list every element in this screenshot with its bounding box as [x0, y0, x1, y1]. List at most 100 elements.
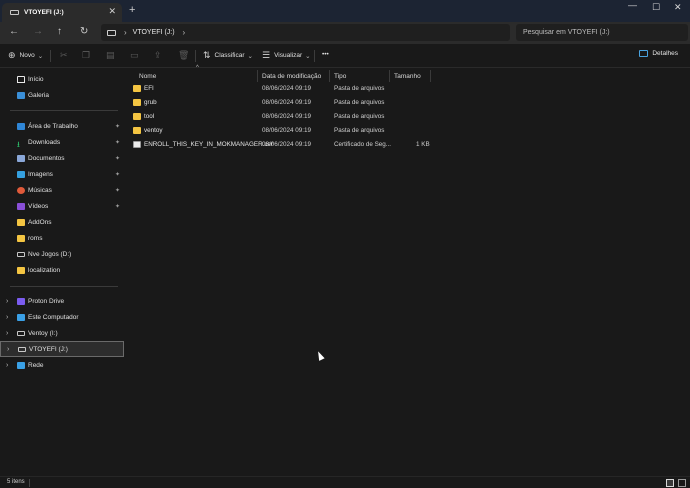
file-type: Pasta de arquivos	[334, 99, 385, 106]
scissors-icon: ✂	[60, 50, 68, 60]
address-bar[interactable]: › VTOYEFI (J:) ›	[101, 24, 510, 41]
sidebar-item-roms[interactable]: roms	[0, 230, 124, 246]
details-pane-icon	[639, 50, 649, 57]
column-divider[interactable]	[329, 70, 330, 82]
paste-button[interactable]: ▤	[106, 50, 119, 61]
column-header-type[interactable]: Tipo	[334, 70, 346, 82]
chevron-down-icon: ⌄	[305, 52, 311, 60]
navigation-pane: Início Galeria Área de Trabalho ✦ ⭳ Down…	[0, 68, 124, 476]
sidebar-item-este-computador[interactable]: › Este Computador	[0, 309, 124, 325]
file-row[interactable]: grub 08/06/2024 09:19 Pasta de arquivos	[126, 96, 690, 110]
column-header-size[interactable]: Tamanho	[394, 70, 421, 82]
file-name: tool	[144, 113, 155, 120]
file-modified: 08/06/2024 09:19	[262, 141, 312, 148]
sidebar-item-inicio[interactable]: Início	[0, 71, 124, 87]
rename-button[interactable]: ▭	[130, 50, 143, 61]
share-button[interactable]: ⇪	[154, 50, 166, 61]
status-bar: 5 itens	[0, 476, 690, 488]
sidebar-item-ventoy[interactable]: › Ventoy (I:)	[0, 325, 124, 341]
sidebar-item-label: VTOYEFI (J:)	[29, 345, 68, 353]
pin-icon[interactable]: ✦	[115, 203, 120, 210]
sidebar-item-addons[interactable]: AddOns	[0, 214, 124, 230]
breadcrumb-chevron-icon[interactable]: ›	[124, 28, 127, 37]
more-options-button[interactable]: •••	[322, 51, 329, 58]
command-bar: ⊕ Novo ⌄ ✂ ❐ ▤ ▭ ⇪ 🗑 ⇅ Classificar ⌄ ☰ V…	[0, 44, 690, 68]
sidebar-item-documentos[interactable]: Documentos ✦	[0, 150, 124, 166]
sidebar-item-area-de-trabalho[interactable]: Área de Trabalho ✦	[0, 118, 124, 134]
sidebar-item-rede[interactable]: › Rede	[0, 357, 124, 373]
column-header-name[interactable]: Nome	[139, 70, 156, 82]
minimize-button[interactable]: —	[628, 0, 637, 10]
sidebar-item-label: Músicas	[28, 186, 52, 194]
sidebar-item-musicas[interactable]: Músicas ✦	[0, 182, 124, 198]
pin-icon[interactable]: ✦	[115, 187, 120, 194]
sidebar-item-proton-drive[interactable]: › Proton Drive	[0, 293, 124, 309]
delete-button[interactable]: 🗑	[178, 50, 193, 61]
plus-circle-icon: ⊕	[8, 50, 16, 60]
search-placeholder: Pesquisar em VTOYEFI (J:)	[523, 29, 610, 36]
computer-icon	[107, 29, 116, 36]
certificate-icon	[133, 141, 141, 148]
close-window-button[interactable]: ✕	[674, 2, 682, 13]
pin-icon[interactable]: ✦	[115, 155, 120, 162]
new-button[interactable]: ⊕ Novo ⌄	[8, 50, 43, 61]
file-row[interactable]: ENROLL_THIS_KEY_IN_MOKMANAGER.cer 08/06/…	[126, 138, 690, 152]
column-divider[interactable]	[430, 70, 431, 82]
file-name: ENROLL_THIS_KEY_IN_MOKMANAGER.cer	[144, 141, 274, 148]
folder-icon	[17, 234, 25, 242]
pin-icon[interactable]: ✦	[115, 139, 120, 146]
tab-vtoyefi[interactable]: VTOYEFI (J:) ✕	[2, 3, 122, 22]
up-button[interactable]: ↑	[57, 26, 62, 37]
folder-icon	[133, 127, 141, 134]
sidebar-item-label: Área de Trabalho	[28, 122, 78, 130]
details-button[interactable]: Detalhes	[639, 50, 678, 57]
chevron-right-icon[interactable]: ›	[6, 314, 8, 321]
view-button[interactable]: ☰ Visualizar ⌄	[262, 50, 311, 61]
forward-button[interactable]: →	[33, 26, 43, 37]
videos-icon	[17, 202, 25, 210]
chevron-right-icon[interactable]: ›	[7, 346, 9, 353]
folder-icon	[17, 218, 25, 226]
file-row[interactable]: tool 08/06/2024 09:19 Pasta de arquivos	[126, 110, 690, 124]
chevron-right-icon[interactable]: ›	[6, 330, 8, 337]
file-row[interactable]: EFI 08/06/2024 09:19 Pasta de arquivos	[126, 82, 690, 96]
cut-button[interactable]: ✂	[60, 50, 72, 61]
drive-icon	[17, 251, 25, 257]
chevron-right-icon[interactable]: ›	[6, 362, 8, 369]
column-header-modified[interactable]: Data de modificação	[262, 70, 321, 82]
folder-icon	[133, 113, 141, 120]
new-tab-button[interactable]: +	[129, 4, 135, 16]
network-icon	[17, 361, 25, 369]
file-modified: 08/06/2024 09:19	[262, 113, 312, 120]
sidebar-item-videos[interactable]: Vídeos ✦	[0, 198, 124, 214]
sidebar-item-imagens[interactable]: Imagens ✦	[0, 166, 124, 182]
breadcrumb-vtoyefi[interactable]: VTOYEFI (J:)	[133, 29, 175, 36]
sidebar-item-nve-jogos[interactable]: Nve Jogos (D:)	[0, 246, 124, 262]
column-divider[interactable]	[389, 70, 390, 82]
search-input[interactable]: Pesquisar em VTOYEFI (J:)	[516, 24, 688, 41]
sidebar-item-vtoyefi[interactable]: › VTOYEFI (J:)	[0, 341, 124, 357]
sidebar-item-label: Imagens	[28, 170, 53, 178]
trash-icon: 🗑	[178, 50, 190, 60]
pin-icon[interactable]: ✦	[115, 123, 120, 130]
tab-close-icon[interactable]: ✕	[108, 6, 116, 17]
file-type: Pasta de arquivos	[334, 127, 385, 134]
sidebar-item-downloads[interactable]: ⭳ Downloads ✦	[0, 134, 124, 150]
sort-button[interactable]: ⇅ Classificar ⌄	[203, 50, 253, 61]
tiles-view-icon[interactable]	[678, 479, 686, 487]
maximize-button[interactable]: ☐	[652, 2, 660, 13]
column-divider[interactable]	[257, 70, 258, 82]
copy-button[interactable]: ❐	[82, 50, 94, 61]
view-label: Visualizar	[274, 52, 303, 59]
details-view-icon[interactable]	[666, 479, 674, 487]
sidebar-item-label: Este Computador	[28, 313, 79, 321]
breadcrumb-chevron-icon[interactable]: ›	[183, 28, 186, 37]
sidebar-item-galeria[interactable]: Galeria	[0, 87, 124, 103]
address-row: ← → ↑ ↻ › VTOYEFI (J:) › Pesquisar em VT…	[0, 22, 690, 44]
file-row[interactable]: ventoy 08/06/2024 09:19 Pasta de arquivo…	[126, 124, 690, 138]
chevron-right-icon[interactable]: ›	[6, 298, 8, 305]
refresh-button[interactable]: ↻	[80, 26, 88, 37]
pin-icon[interactable]: ✦	[115, 171, 120, 178]
sidebar-item-localization[interactable]: localization	[0, 262, 124, 278]
back-button[interactable]: ←	[9, 26, 19, 37]
